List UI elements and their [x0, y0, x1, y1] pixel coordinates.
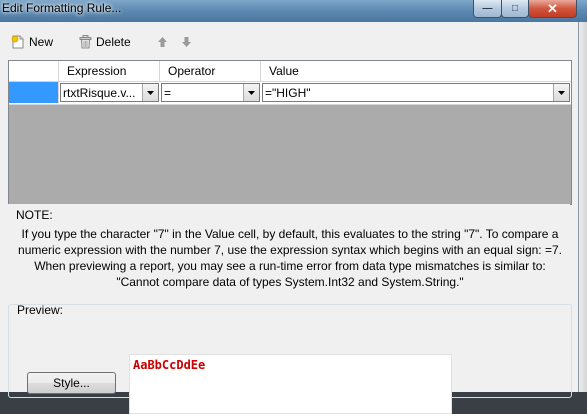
- maximize-button[interactable]: □: [501, 0, 529, 18]
- preview-group: Preview: Style... AaBbCcDdEe: [8, 303, 572, 414]
- row-header-column: [9, 61, 59, 81]
- style-button[interactable]: Style...: [27, 372, 116, 394]
- expression-dropdown[interactable]: rtxtRisque.v...: [60, 83, 159, 102]
- close-button[interactable]: ✕: [528, 0, 577, 18]
- title-bar[interactable]: Edit Formatting Rule... — □ ✕: [0, 0, 587, 22]
- trash-icon: [79, 35, 92, 49]
- note-line: When previewing a report, you may see a …: [34, 259, 546, 273]
- delete-button[interactable]: Delete: [79, 35, 131, 49]
- column-header-expression[interactable]: Expression: [59, 61, 160, 81]
- note-title: NOTE:: [16, 208, 53, 222]
- chevron-down-icon[interactable]: [553, 84, 569, 101]
- note-panel: NOTE: If you type the character "7" in t…: [8, 204, 570, 317]
- minimize-icon: —: [482, 3, 493, 14]
- maximize-icon: □: [511, 3, 519, 14]
- preview-sample-text: AaBbCcDdEe: [133, 358, 206, 372]
- row-selector[interactable]: [9, 82, 59, 103]
- value-dropdown[interactable]: ="HIGH": [262, 83, 570, 102]
- operator-value: =: [164, 86, 172, 100]
- note-text: If you type the character "7" in the Val…: [12, 226, 568, 290]
- toolbar: New Delete: [0, 30, 578, 56]
- minimize-button[interactable]: —: [473, 0, 502, 18]
- move-up-button[interactable]: [157, 36, 168, 48]
- chevron-down-icon[interactable]: [142, 84, 158, 101]
- window-title: Edit Formatting Rule...: [2, 1, 122, 15]
- background-scrollbar: [579, 22, 587, 392]
- column-header-operator[interactable]: Operator: [160, 61, 261, 81]
- new-label: New: [29, 35, 54, 49]
- note-line: numeric expression with the number 7, us…: [18, 243, 562, 257]
- value-value: ="HIGH": [265, 86, 311, 100]
- table-row[interactable]: rtxtRisque.v... = ="HIGH": [9, 82, 571, 105]
- arrow-up-icon: [158, 37, 167, 47]
- move-down-button[interactable]: [181, 36, 192, 48]
- arrow-down-icon: [182, 37, 191, 47]
- note-line: If you type the character "7" in the Val…: [21, 227, 559, 241]
- column-header-value[interactable]: Value: [261, 61, 571, 81]
- grid-header: Expression Operator Value: [9, 61, 571, 82]
- chevron-down-icon[interactable]: [243, 84, 259, 101]
- preview-label: Preview:: [17, 303, 64, 317]
- note-line: "Cannot compare data of types System.Int…: [116, 275, 464, 289]
- expression-value: rtxtRisque.v...: [63, 86, 136, 100]
- close-icon: ✕: [547, 0, 558, 16]
- operator-dropdown[interactable]: =: [161, 83, 260, 102]
- dialog-body: New Delete Expression Operator Value rtx…: [0, 22, 579, 414]
- rules-grid[interactable]: Expression Operator Value rtxtRisque.v..…: [8, 60, 572, 205]
- preview-area: AaBbCcDdEe: [129, 354, 452, 414]
- new-icon: [11, 35, 24, 49]
- new-button[interactable]: New: [11, 35, 53, 49]
- delete-label: Delete: [96, 35, 131, 49]
